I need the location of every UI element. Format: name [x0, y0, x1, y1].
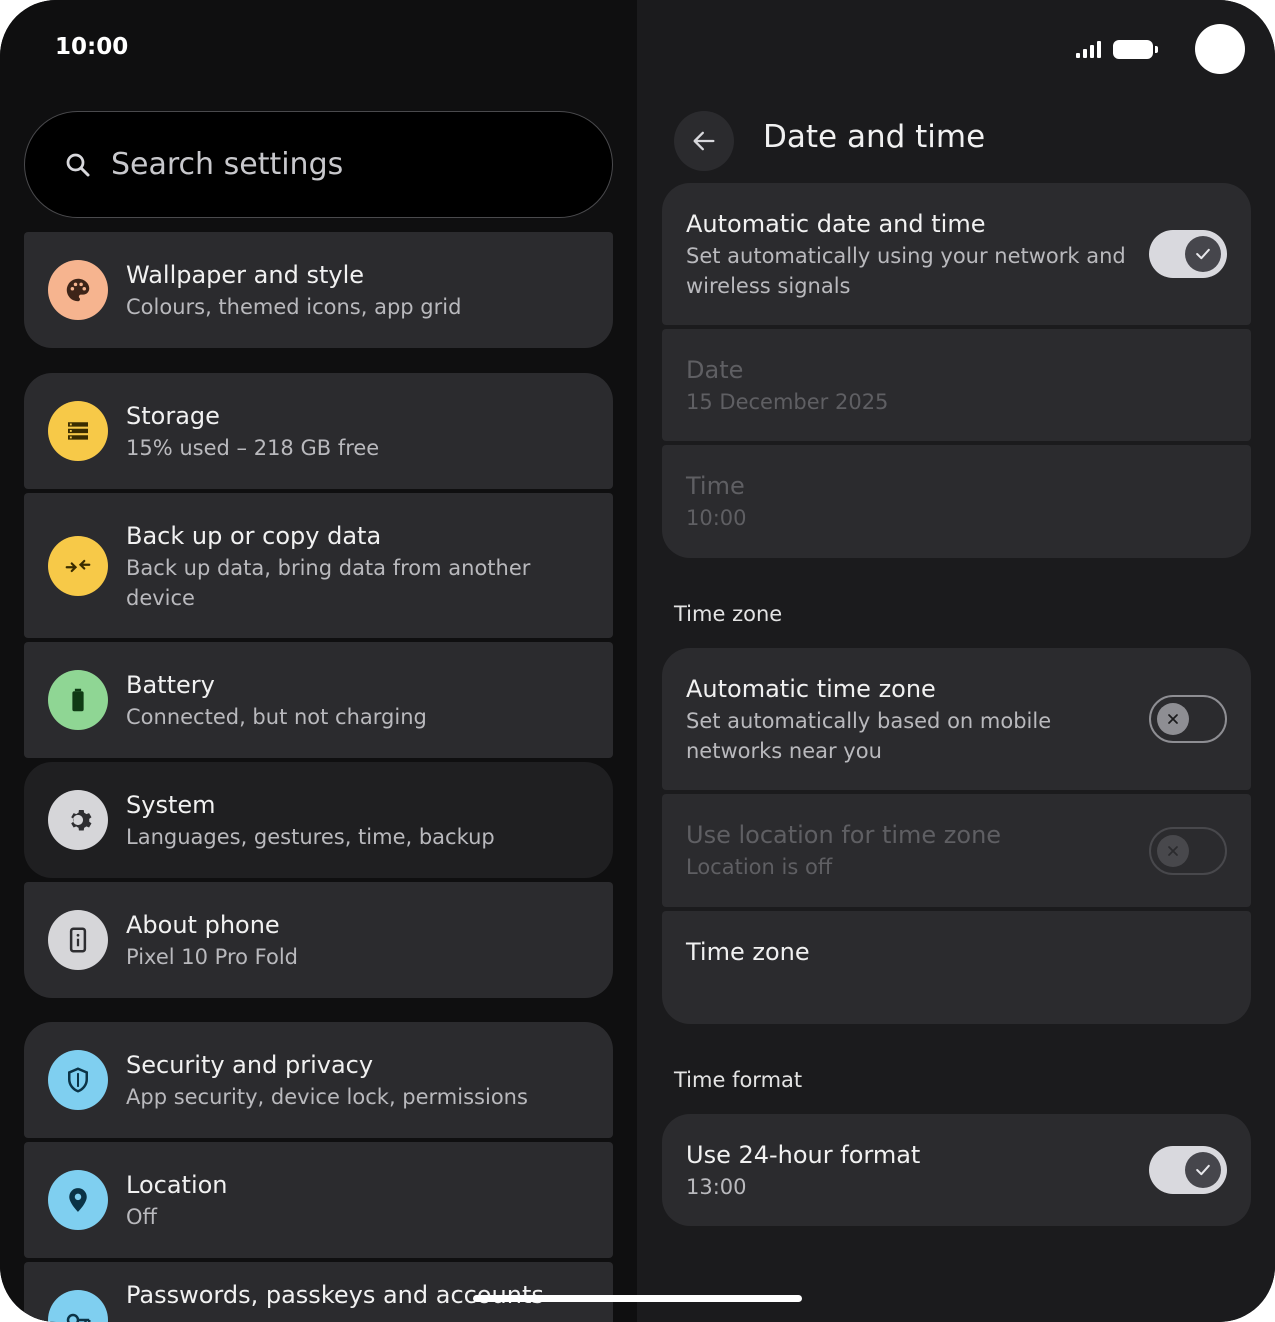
settings-item-battery[interactable]: Battery Connected, but not charging [24, 642, 613, 758]
page-title: Date and time [763, 119, 986, 155]
row-subtitle: 15 December 2025 [686, 390, 889, 414]
device-frame: 10:00 Search settings Wallpaper and styl… [0, 0, 1275, 1322]
storage-icon [48, 401, 108, 461]
section-label-time-zone: Time zone [674, 602, 783, 626]
back-button[interactable] [674, 111, 734, 171]
gear-icon [48, 790, 108, 850]
settings-item-title: Wallpaper and style [126, 261, 365, 289]
settings-item-subtitle: Off [126, 1205, 157, 1229]
settings-item-system[interactable]: System Languages, gestures, time, backup [24, 762, 613, 878]
row-title: Date [686, 356, 744, 384]
settings-item-passwords[interactable]: Passwords, passkeys and accounts [24, 1262, 613, 1322]
settings-item-security[interactable]: Security and privacy App security, devic… [24, 1022, 613, 1138]
backup-icon [48, 535, 108, 596]
key-icon [48, 1290, 108, 1322]
settings-item-subtitle: Connected, but not charging [126, 705, 427, 729]
settings-item-location[interactable]: Location Off [24, 1142, 613, 1258]
palette-icon [48, 260, 108, 320]
settings-item-subtitle: Pixel 10 Pro Fold [126, 945, 298, 969]
settings-item-title: Battery [126, 671, 215, 699]
check-icon [1196, 248, 1210, 260]
date-row: Date 15 December 2025 [662, 329, 1251, 441]
close-icon [1168, 846, 1178, 856]
settings-item-subtitle: Colours, themed icons, app grid [126, 295, 462, 319]
use-24-hour-row[interactable]: Use 24-hour format 13:00 [662, 1114, 1251, 1226]
settings-item-backup[interactable]: Back up or copy data Back up data, bring… [24, 493, 613, 638]
row-title: Automatic date and time [686, 210, 986, 238]
settings-item-storage[interactable]: Storage 15% used – 218 GB free [24, 373, 613, 489]
settings-item-title: Security and privacy [126, 1051, 374, 1079]
search-icon [66, 153, 90, 176]
shield-icon [48, 1050, 108, 1110]
row-subtitle: Set automatically based on mobile networ… [686, 709, 1052, 763]
settings-item-subtitle: Back up data, bring data from another de… [126, 555, 531, 610]
check-icon [1196, 1164, 1210, 1176]
settings-item-subtitle: Languages, gestures, time, backup [126, 825, 495, 849]
settings-item-about-phone[interactable]: About phone Pixel 10 Pro Fold [24, 882, 613, 998]
search-placeholder: Search settings [111, 147, 344, 182]
location-pin-icon [48, 1170, 108, 1230]
auto-time-zone-toggle[interactable] [1149, 695, 1227, 743]
signal-icon [1076, 40, 1101, 58]
row-title: Time zone [686, 938, 810, 966]
auto-date-time-row[interactable]: Automatic date and time Set automaticall… [662, 183, 1251, 325]
status-icons [1076, 24, 1245, 74]
settings-item-title: Back up or copy data [126, 521, 382, 550]
settings-item-wallpaper[interactable]: Wallpaper and style Colours, themed icon… [24, 232, 613, 348]
settings-item-title: Location [126, 1171, 228, 1199]
row-subtitle: 10:00 [686, 506, 747, 530]
time-row: Time 10:00 [662, 445, 1251, 558]
battery-icon [48, 670, 108, 730]
settings-list-pane: 10:00 Search settings Wallpaper and styl… [0, 0, 637, 1322]
section-label-time-format: Time format [674, 1068, 803, 1092]
settings-item-title: About phone [126, 911, 280, 939]
home-gesture-bar[interactable] [473, 1295, 802, 1302]
phone-info-icon [48, 910, 108, 970]
status-time: 10:00 [55, 34, 129, 60]
time-zone-row[interactable]: Time zone [662, 911, 1251, 1024]
row-title: Automatic time zone [686, 675, 936, 703]
close-icon [1168, 714, 1178, 724]
use-24-hour-toggle[interactable] [1149, 1146, 1227, 1194]
row-title: Time [686, 472, 745, 500]
settings-item-subtitle: App security, device lock, permissions [126, 1085, 528, 1109]
settings-item-title: Storage [126, 402, 220, 430]
use-location-toggle [1149, 827, 1227, 875]
arrow-back-icon [693, 131, 715, 151]
camera-cutout [1195, 24, 1245, 74]
auto-time-zone-row[interactable]: Automatic time zone Set automatically ba… [662, 648, 1251, 790]
auto-date-time-toggle[interactable] [1149, 230, 1227, 278]
battery-status-icon [1113, 39, 1158, 59]
use-location-row: Use location for time zone Location is o… [662, 794, 1251, 907]
row-subtitle: Set automatically using your network and… [686, 244, 1126, 298]
settings-item-subtitle: 15% used – 218 GB free [126, 436, 380, 460]
search-settings-bar[interactable]: Search settings [24, 111, 613, 218]
settings-item-title: System [126, 791, 216, 819]
